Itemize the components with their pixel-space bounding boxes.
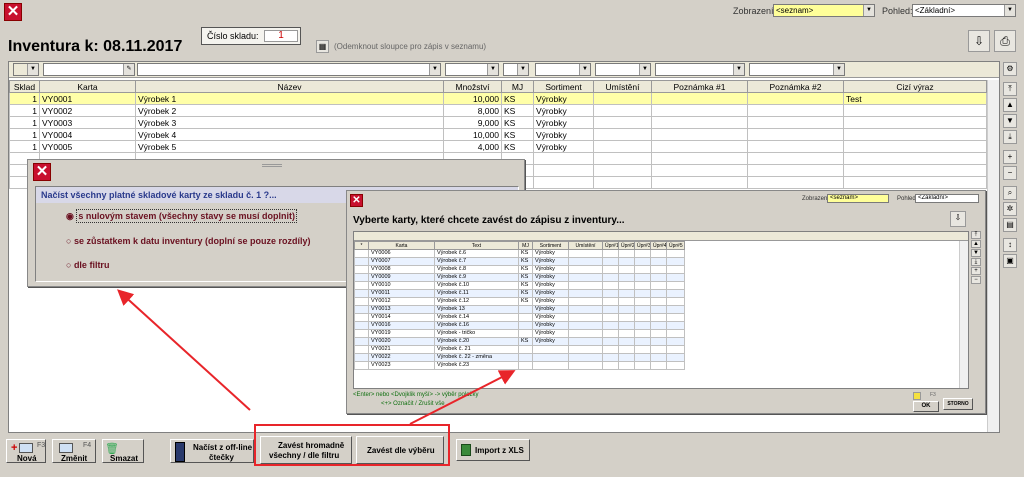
arrow-to-dialog2: [409, 370, 516, 425]
annotation-arrows: [117, 289, 516, 425]
arrow-to-dialog1: [117, 289, 251, 411]
